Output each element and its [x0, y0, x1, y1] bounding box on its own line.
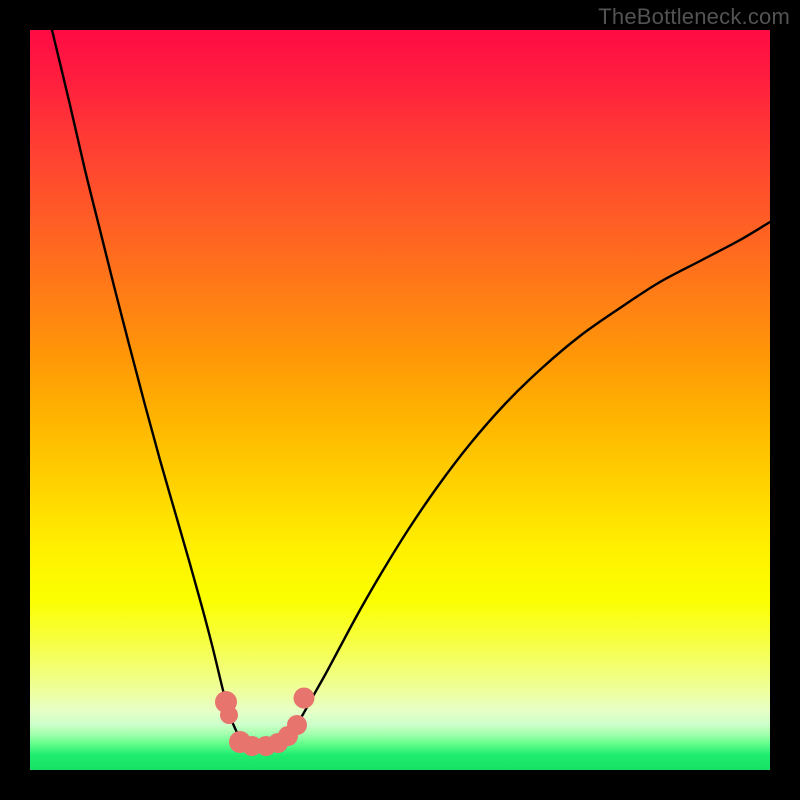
chart-frame: TheBottleneck.com	[0, 0, 800, 800]
curve-layer	[30, 30, 770, 770]
plot-area	[30, 30, 770, 770]
curve-marker	[220, 706, 238, 724]
curve-marker	[287, 715, 307, 735]
bottleneck-curve	[52, 30, 770, 746]
curve-markers	[215, 688, 315, 757]
watermark-text: TheBottleneck.com	[598, 4, 790, 30]
curve-marker	[294, 688, 315, 709]
